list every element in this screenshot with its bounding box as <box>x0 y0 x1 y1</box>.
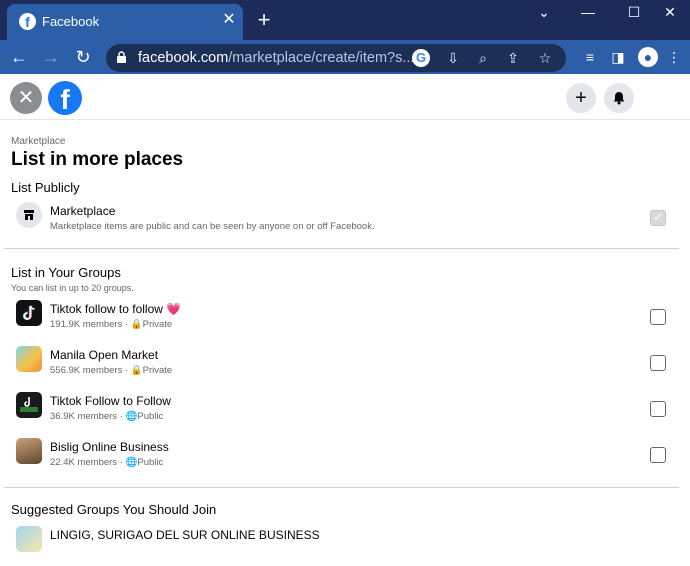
divider <box>4 487 679 488</box>
globe-icon: 🌐 <box>125 457 138 468</box>
close-icon[interactable]: ✕ <box>10 82 42 114</box>
divider <box>4 248 679 249</box>
group-row[interactable]: Tiktok follow to follow 💗 191.9K members… <box>16 300 676 340</box>
lock-icon[interactable] <box>116 51 127 63</box>
lock-icon: 🔒 <box>130 365 143 376</box>
group-checkbox[interactable] <box>650 401 666 417</box>
marketplace-row[interactable]: Marketplace Marketplace items are public… <box>16 202 676 242</box>
marketplace-checkbox[interactable]: ✓ <box>650 210 666 226</box>
lock-icon: 🔒 <box>130 319 143 330</box>
main-content: Marketplace List in more places List Pub… <box>0 120 690 552</box>
facebook-header: ✕ f + <box>0 74 690 120</box>
facebook-logo-icon[interactable]: f <box>48 81 82 115</box>
suggested-groups-title: Suggested Groups You Should Join <box>11 502 217 517</box>
groups-limit-note: You can list in up to 20 groups. <box>11 283 134 293</box>
marketplace-store-icon <box>16 202 42 228</box>
suggested-group-name: LINGIG, SURIGAO DEL SUR ONLINE BUSINESS <box>50 528 320 542</box>
group-name: Tiktok follow to follow 💗 <box>50 302 181 316</box>
group-row[interactable]: Tiktok Follow to Follow 36.9K members · … <box>16 392 676 432</box>
group-members: 556.9K members <box>50 365 123 376</box>
install-app-icon[interactable]: ⇩ <box>444 49 462 67</box>
group-meta: 191.9K members · 🔒Private <box>50 319 173 330</box>
list-publicly-title: List Publicly <box>11 180 80 195</box>
profile-avatar-icon[interactable]: ● <box>638 47 658 67</box>
side-panel-icon[interactable]: ◨ <box>608 47 628 67</box>
browser-toolbar: ← → ↻ facebook.com/marketplace/create/it… <box>0 40 690 74</box>
notifications-bell-icon[interactable] <box>604 83 634 113</box>
url-host: facebook.com <box>138 50 229 66</box>
manila-market-group-avatar <box>16 346 42 372</box>
group-privacy: Public <box>137 411 164 422</box>
group-name: Bislig Online Business <box>50 440 169 454</box>
reload-icon[interactable]: ↻ <box>70 44 96 70</box>
tiktok-group-avatar <box>16 300 42 326</box>
group-checkbox[interactable] <box>650 309 666 325</box>
suggested-group-row[interactable]: LINGIG, SURIGAO DEL SUR ONLINE BUSINESS <box>16 526 676 566</box>
globe-icon: 🌐 <box>125 411 138 422</box>
group-checkbox[interactable] <box>650 355 666 371</box>
address-bar[interactable]: facebook.com/marketplace/create/item?s..… <box>106 44 566 72</box>
tab-search-dropdown-icon[interactable]: ⌄ <box>524 2 564 24</box>
bell-icon <box>613 92 625 105</box>
tab-title: Facebook <box>42 14 100 29</box>
bookmark-star-icon[interactable]: ☆ <box>536 49 554 67</box>
media-playlist-icon[interactable]: ≡ <box>580 47 600 67</box>
lingig-group-avatar <box>16 526 42 552</box>
breadcrumb: Marketplace <box>11 136 66 147</box>
marketplace-description: Marketplace items are public and can be … <box>50 221 375 232</box>
zoom-icon[interactable]: ⌕ <box>474 49 492 67</box>
share-icon[interactable]: ⇪ <box>504 49 522 67</box>
group-name: Manila Open Market <box>50 348 159 362</box>
group-privacy: Public <box>137 457 164 468</box>
group-row[interactable]: Bislig Online Business 22.4K members · 🌐… <box>16 438 676 478</box>
list-in-groups-title: List in Your Groups <box>11 265 121 280</box>
group-name: Tiktok Follow to Follow <box>50 394 171 408</box>
url-text[interactable]: facebook.com/marketplace/create/item?s..… <box>138 50 414 66</box>
group-meta: 556.9K members · 🔒Private <box>50 365 173 376</box>
browser-tab-strip: f Facebook ✕ + ⌄ — ☐ ✕ <box>0 0 690 40</box>
tab-close-icon[interactable]: ✕ <box>219 10 239 30</box>
group-members: 22.4K members <box>50 457 118 468</box>
tiktok-follow-group-avatar <box>16 392 42 418</box>
facebook-favicon-icon: f <box>19 13 36 30</box>
group-row[interactable]: Manila Open Market 556.9K members · 🔒Pri… <box>16 346 676 386</box>
url-path: /marketplace/create/item?s... <box>228 50 415 66</box>
bislig-business-group-avatar <box>16 438 42 464</box>
marketplace-label: Marketplace <box>50 204 116 218</box>
browser-tab[interactable]: f Facebook ✕ <box>7 4 243 40</box>
group-privacy: Private <box>142 365 173 376</box>
group-checkbox[interactable] <box>650 447 666 463</box>
page-title: List in more places <box>11 149 184 170</box>
create-plus-icon[interactable]: + <box>566 83 596 113</box>
new-tab-button[interactable]: + <box>252 9 276 33</box>
group-members: 191.9K members <box>50 319 123 330</box>
heart-emoji-icon: 💗 <box>166 302 182 316</box>
back-arrow-icon[interactable]: ← <box>6 44 32 70</box>
group-privacy: Private <box>142 319 173 330</box>
group-members: 36.9K members <box>50 411 118 422</box>
group-name-text: Tiktok follow to follow <box>50 302 163 316</box>
window-close-button[interactable]: ✕ <box>650 2 690 24</box>
group-meta: 36.9K members · 🌐Public <box>50 411 164 422</box>
minimize-button[interactable]: — <box>568 2 608 24</box>
browser-menu-icon[interactable]: ⋮ <box>664 47 684 67</box>
group-meta: 22.4K members · 🌐Public <box>50 457 164 468</box>
forward-arrow-icon[interactable]: → <box>38 44 64 70</box>
google-icon[interactable]: G <box>412 49 430 67</box>
maximize-button[interactable]: ☐ <box>614 2 654 24</box>
